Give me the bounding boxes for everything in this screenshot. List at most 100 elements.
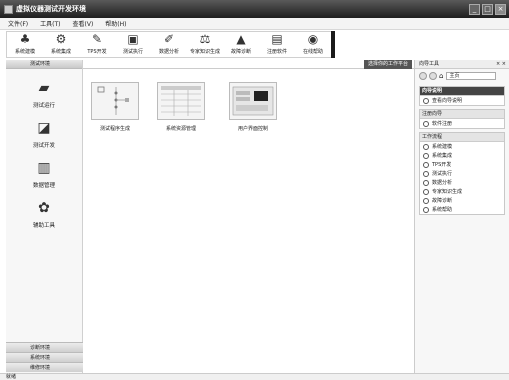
home-dropdown[interactable]: 主页 [446,72,497,80]
menu-file[interactable]: 文件(F) [8,19,28,28]
section-title[interactable]: 注册向导 [420,110,504,119]
expert-icon: ⚖ [199,32,211,46]
task-item[interactable]: 测试执行 [420,169,504,178]
tool-modeling-button[interactable]: ♣ 系统建模 [7,32,43,57]
back-icon[interactable] [419,72,427,80]
register-section: 注册向导 软件注册 [419,109,505,129]
section-title[interactable]: 工作流程 [420,133,504,142]
register-icon [423,120,429,127]
card-label: 测试程序生成 [99,126,130,132]
wizard-panel: 向导工具 × × ⌂ 主页 向导说明 查看向导说明 注册向导 软件注册 工作流程… [414,60,509,373]
sidebar: 测试环境 ▰ 测试运行 ◪ 测试开发 ▥ 数据管理 ✿ 辅助工具 诊断环境 系统… [6,60,83,373]
modeling-icon [423,143,429,150]
status-bar: 就绪 [0,373,509,380]
close-icon[interactable]: × × [496,60,506,69]
sidebar-item-run[interactable]: ▰ 测试运行 [6,79,82,109]
tool-label: 系统建模 [14,49,35,55]
task-label: 系统集成 [432,153,453,159]
execute-icon: ▣ [127,32,139,46]
diagnosis-icon [423,197,429,204]
tool-execute-button[interactable]: ▣ 测试执行 [115,32,151,57]
tool-expert-button[interactable]: ⚖ 专家知识生成 [187,32,223,57]
tool-label: TPS开发 [87,49,107,55]
resource-thumbnail [157,82,205,120]
tool-diagnosis-button[interactable]: ▲ 故障诊断 [223,32,259,57]
sidebar-header-test-env[interactable]: 测试环境 [6,60,82,69]
card-label: 系统资源管理 [165,126,196,132]
task-item[interactable]: 系统帮助 [420,205,504,214]
close-button[interactable]: × [495,3,506,15]
data-icon: ▥ [37,160,51,176]
sidebar-item-label: 辅助工具 [32,223,55,229]
sidebar-item-label: 测试运行 [32,103,55,109]
app-icon [4,4,13,14]
task-label: 故障诊断 [432,198,453,204]
minimize-button[interactable]: _ [469,3,480,15]
workflow-section: 工作流程 系统建模 系统集成 TPS开发 测试执行 数据分析 专家知识生成 故障… [419,132,505,215]
task-item[interactable]: 专家知识生成 [420,187,504,196]
tool-tps-button[interactable]: ✎ TPS开发 [79,32,115,57]
tool-label: 专家知识生成 [189,49,220,55]
task-item[interactable]: 数据分析 [420,178,504,187]
task-label: 系统帮助 [432,207,453,213]
window-title: 虚拟仪器测试开发环境 [16,5,86,13]
menu-help[interactable]: 帮助(H) [105,19,126,28]
task-item[interactable]: 系统建模 [420,142,504,151]
task-view-wizard[interactable]: 查看向导说明 [420,96,504,105]
task-software-register[interactable]: 软件注册 [420,119,504,128]
task-item[interactable]: TPS开发 [420,160,504,169]
develop-icon: ◪ [37,120,51,136]
sidebar-footer-diagnosis[interactable]: 诊断环境 [6,342,83,352]
sidebar-item-data[interactable]: ▥ 数据管理 [6,159,82,189]
menu-tools[interactable]: 工具(T) [40,19,60,28]
tool-label: 在线帮助 [302,49,323,55]
card-resource-management[interactable]: 系统资源管理 [157,82,205,142]
analysis-icon: ✐ [163,32,175,46]
tool-label: 测试执行 [122,49,143,55]
title-bar: 虚拟仪器测试开发环境 _ □ × [0,0,509,18]
task-item[interactable]: 故障诊断 [420,196,504,205]
wizard-panel-header: 向导工具 × × [415,60,509,69]
tool-register-button[interactable]: ▤ 注册软件 [259,32,295,57]
task-label: 查看向导说明 [432,98,463,104]
tool-integration-button[interactable]: ⚙ 系统集成 [43,32,79,57]
tool-label: 系统集成 [50,49,71,55]
menu-view[interactable]: 查看(V) [73,19,94,28]
task-label: TPS开发 [432,162,452,168]
wizard-panel-title: 向导工具 [419,61,440,67]
diagnosis-icon: ▲ [236,32,246,46]
card-label: 用户界面控制 [237,126,268,132]
sidebar-item-label: 数据管理 [32,183,55,189]
tps-icon: ✎ [91,32,103,46]
task-item[interactable]: 系统集成 [420,151,504,160]
sidebar-item-tools[interactable]: ✿ 辅助工具 [6,199,82,229]
tool-help-button[interactable]: ◉ 在线帮助 [295,32,331,57]
menu-bar: 文件(F) 工具(T) 查看(V) 帮助(H) [0,18,509,30]
help-icon: ◉ [307,32,319,46]
card-ui-control[interactable]: 用户界面控制 [229,82,277,142]
tools-icon: ✿ [38,200,50,216]
section-title[interactable]: 向导说明 [420,87,504,96]
workspace: 选择你的工作平台 测试程序生成 系统资源管理 用户界面控制 [83,60,414,373]
wizard-nav-row: ⌂ 主页 [415,69,509,83]
card-test-program[interactable]: 测试程序生成 [91,82,139,142]
sidebar-footer-system[interactable]: 系统环境 [6,352,83,362]
task-label: 系统建模 [432,144,453,150]
tool-analysis-button[interactable]: ✐ 数据分析 [151,32,187,57]
workspace-tab-strip: 选择你的工作平台 [83,60,414,69]
document-icon [423,97,429,104]
home-icon[interactable]: ⌂ [439,72,443,80]
task-label: 测试执行 [432,171,453,177]
tool-label: 数据分析 [158,49,179,55]
analysis-icon [423,179,429,186]
forward-icon[interactable] [429,72,437,80]
task-label: 软件注册 [432,121,453,127]
tool-label: 故障诊断 [230,49,251,55]
toolbar: ♣ 系统建模 ⚙ 系统集成 ✎ TPS开发 ▣ 测试执行 ✐ 数据分析 ⚖ 专家… [6,31,332,58]
sidebar-item-label: 测试开发 [32,143,55,149]
sidebar-item-develop[interactable]: ◪ 测试开发 [6,119,82,149]
tab-select-platform[interactable]: 选择你的工作平台 [363,60,412,69]
sidebar-footer-maintenance[interactable]: 维修环境 [6,362,83,372]
register-icon: ▤ [271,32,283,46]
maximize-button[interactable]: □ [482,3,493,15]
